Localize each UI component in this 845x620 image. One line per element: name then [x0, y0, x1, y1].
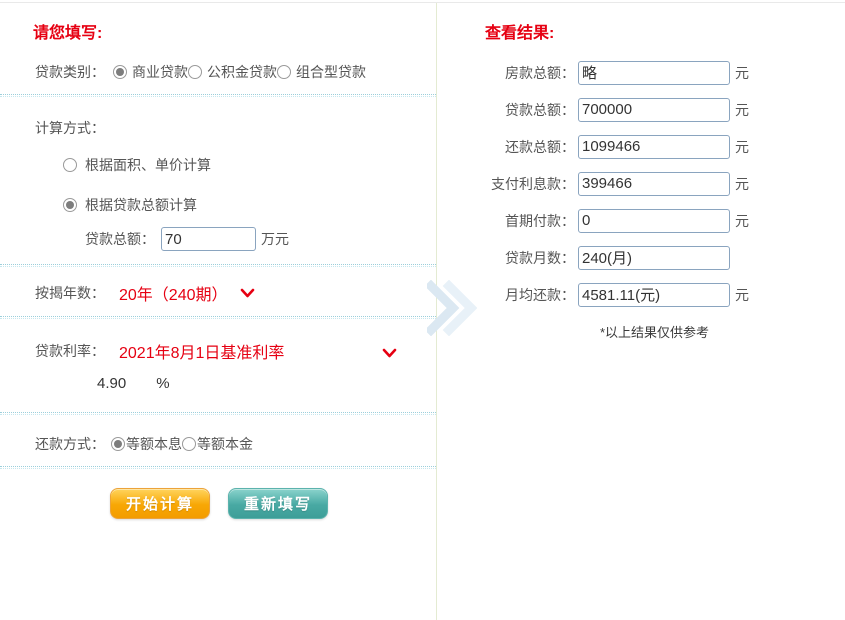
loan-amount-label: 贷款总额： [85, 229, 155, 249]
result-label: 月均还款： [437, 285, 575, 305]
result-label: 还款总额： [437, 137, 575, 157]
loan-type-option-label: 商业贷款 [132, 62, 188, 82]
result-rows: 房款总额： 元 贷款总额： 元 还款总额： 元 支付利息款： [437, 54, 845, 313]
result-label: 首期付款： [437, 211, 575, 231]
result-panel: 查看结果: 房款总额： 元 贷款总额： 元 还款总额： 元 [437, 0, 845, 620]
result-input[interactable] [578, 209, 730, 233]
result-row: 支付利息款： 元 [437, 165, 845, 202]
repay-method-row: 还款方式： 等额本息 等额本金 [35, 434, 253, 454]
calculate-button[interactable]: 开始计算 [110, 488, 210, 519]
result-input[interactable] [578, 98, 730, 122]
calc-method-options: 根据面积、单价计算 根据贷款总额计算 [63, 155, 211, 235]
separator [0, 412, 436, 415]
loan-type-row: 贷款类别： 商业贷款 公积金贷款 组合型贷款 [35, 62, 366, 82]
chevron-down-icon[interactable] [382, 345, 397, 361]
mortgage-years-label: 按揭年数： [35, 283, 105, 303]
result-row: 月均还款： 元 [437, 276, 845, 313]
loan-calculator-page: 请您填写: 贷款类别： 商业贷款 公积金贷款 [0, 0, 845, 620]
loan-type-radio[interactable] [188, 65, 202, 79]
result-row: 贷款月数： [437, 239, 845, 276]
calc-method-radio[interactable] [63, 198, 77, 212]
result-input[interactable] [578, 172, 730, 196]
result-unit: 元 [735, 211, 749, 231]
loan-rate-value[interactable]: 2021年8月1日基准利率 [119, 339, 284, 363]
calc-method-option[interactable]: 根据贷款总额计算 [63, 195, 211, 215]
chevron-down-icon[interactable] [240, 285, 255, 301]
rate-percent-row: 4.90 % [97, 375, 170, 392]
reset-button[interactable]: 重新填写 [228, 488, 328, 519]
separator [0, 264, 436, 267]
result-label: 支付利息款： [437, 174, 575, 194]
loan-type-radio[interactable] [113, 65, 127, 79]
repay-method-option-label: 等额本息 [126, 434, 182, 454]
calc-method-option-label: 根据面积、单价计算 [85, 155, 211, 175]
loan-rate-row[interactable]: 贷款利率： 2021年8月1日基准利率 [35, 339, 401, 363]
calc-method-option-label: 根据贷款总额计算 [85, 195, 197, 215]
loan-type-options: 商业贷款 公积金贷款 组合型贷款 [113, 62, 366, 82]
loan-type-option[interactable]: 商业贷款 [113, 62, 188, 82]
result-row: 还款总额： 元 [437, 128, 845, 165]
percent-sign: % [156, 375, 169, 392]
repay-method-label: 还款方式： [35, 434, 105, 454]
separator [0, 94, 436, 97]
result-unit: 元 [735, 63, 749, 83]
result-label: 贷款月数： [437, 248, 575, 268]
result-unit: 元 [735, 100, 749, 120]
loan-type-label: 贷款类别： [35, 62, 105, 82]
repay-method-option-label: 等额本金 [197, 434, 253, 454]
repay-method-radio[interactable] [182, 437, 196, 451]
result-row: 首期付款： 元 [437, 202, 845, 239]
loan-type-option-label: 公积金贷款 [207, 62, 277, 82]
input-panel: 请您填写: 贷款类别： 商业贷款 公积金贷款 [0, 0, 436, 620]
calc-method-radio[interactable] [63, 158, 77, 172]
loan-amount-input[interactable] [161, 227, 256, 251]
result-panel-title: 查看结果: [485, 19, 554, 43]
repay-method-option[interactable]: 等额本金 [182, 434, 253, 454]
loan-type-option[interactable]: 公积金贷款 [188, 62, 277, 82]
result-input[interactable] [578, 135, 730, 159]
loan-amount-row: 贷款总额： 万元 [85, 227, 289, 251]
mortgage-years-value[interactable]: 20年（240期） [119, 281, 228, 305]
repay-method-option[interactable]: 等额本息 [111, 434, 182, 454]
result-unit: 元 [735, 137, 749, 157]
result-unit: 元 [735, 174, 749, 194]
rate-percent-value: 4.90 [97, 375, 126, 392]
input-panel-title: 请您填写: [33, 19, 102, 43]
disclaimer-note: *以上结果仅供参考 [600, 322, 709, 341]
loan-type-radio[interactable] [277, 65, 291, 79]
loan-rate-label: 贷款利率： [35, 341, 105, 361]
result-unit: 元 [735, 285, 749, 305]
button-row: 开始计算 重新填写 [110, 488, 328, 519]
result-row: 贷款总额： 元 [437, 91, 845, 128]
result-input[interactable] [578, 283, 730, 307]
separator [0, 466, 436, 469]
separator [0, 316, 436, 319]
loan-amount-unit: 万元 [261, 229, 289, 249]
result-label: 贷款总额： [437, 100, 575, 120]
result-row: 房款总额： 元 [437, 54, 845, 91]
mortgage-years-row[interactable]: 按揭年数： 20年（240期） [35, 281, 255, 305]
calc-method-label: 计算方式： [35, 118, 105, 138]
loan-type-option[interactable]: 组合型贷款 [277, 62, 366, 82]
result-label: 房款总额： [437, 63, 575, 83]
repay-method-radio[interactable] [111, 437, 125, 451]
loan-type-option-label: 组合型贷款 [296, 62, 366, 82]
calc-method-option[interactable]: 根据面积、单价计算 [63, 155, 211, 175]
result-input[interactable] [578, 61, 730, 85]
repay-method-options: 等额本息 等额本金 [111, 434, 253, 454]
result-input[interactable] [578, 246, 730, 270]
